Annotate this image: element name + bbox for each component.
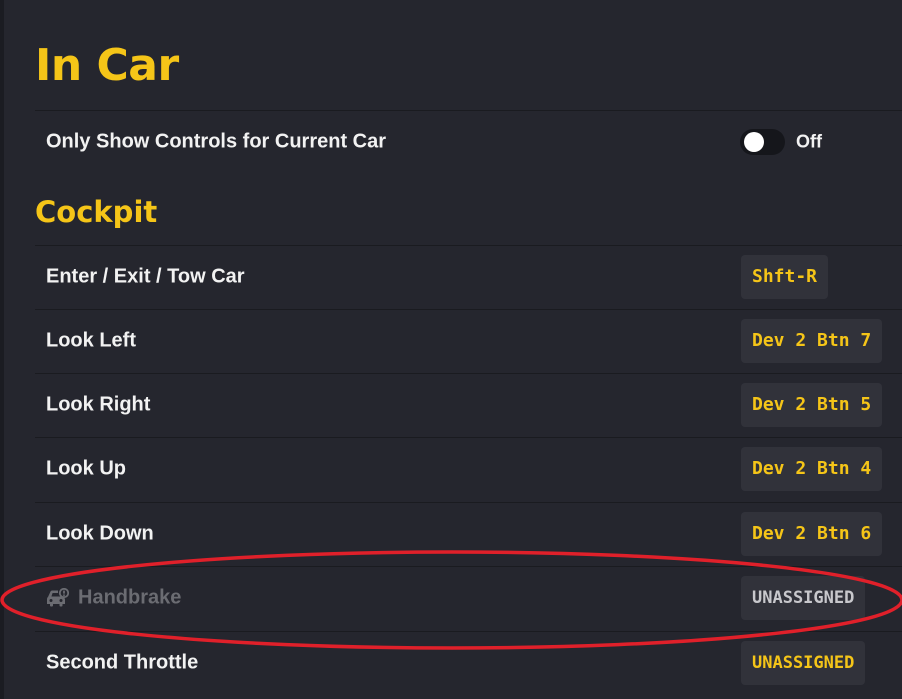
control-label-look-right: Look Right <box>46 393 151 415</box>
binding-button-look-left[interactable]: Dev 2 Btn 7 <box>741 318 883 363</box>
only-current-car-toggle[interactable] <box>740 128 785 155</box>
binding-button-look-right[interactable]: Dev 2 Btn 5 <box>741 382 883 427</box>
control-label-look-left: Look Left <box>46 329 136 351</box>
binding-button-second-throttle[interactable]: UNASSIGNED <box>741 640 866 685</box>
controls-page: In Car Only Show Controls for Current Ca… <box>0 0 902 699</box>
control-row: Look Left Dev 2 Btn 7 <box>35 309 902 371</box>
control-row: Enter / Exit / Tow Car Shft-R <box>35 245 902 307</box>
only-current-car-row: Only Show Controls for Current Car Off <box>35 110 902 172</box>
binding-button-enter-exit-tow[interactable]: Shft-R <box>741 254 829 299</box>
control-label-second-throttle: Second Throttle <box>46 651 199 673</box>
left-border <box>0 0 4 699</box>
control-row: Look Up Dev 2 Btn 4 <box>35 437 902 499</box>
binding-button-look-up[interactable]: Dev 2 Btn 4 <box>741 446 883 491</box>
control-row: Look Right Dev 2 Btn 5 <box>35 373 902 435</box>
control-label-look-down: Look Down <box>46 522 154 544</box>
control-label-look-up: Look Up <box>46 457 126 479</box>
control-row-disabled: Handbrake UNASSIGNED <box>35 566 902 628</box>
toggle-knob <box>744 131 764 152</box>
car-icon <box>45 587 70 608</box>
binding-button-look-down[interactable]: Dev 2 Btn 6 <box>741 511 883 556</box>
toggle-state-label: Off <box>796 131 822 151</box>
only-current-car-label: Only Show Controls for Current Car <box>46 130 387 152</box>
control-label-handbrake: Handbrake <box>78 586 182 608</box>
page-title: In Car <box>35 40 179 91</box>
binding-button-handbrake[interactable]: UNASSIGNED <box>741 575 866 620</box>
control-label-enter-exit-tow: Enter / Exit / Tow Car <box>46 265 245 287</box>
control-row: Second Throttle UNASSIGNED <box>35 631 902 693</box>
cockpit-section-title: Cockpit <box>35 195 158 229</box>
control-row: Look Down Dev 2 Btn 6 <box>35 502 902 564</box>
